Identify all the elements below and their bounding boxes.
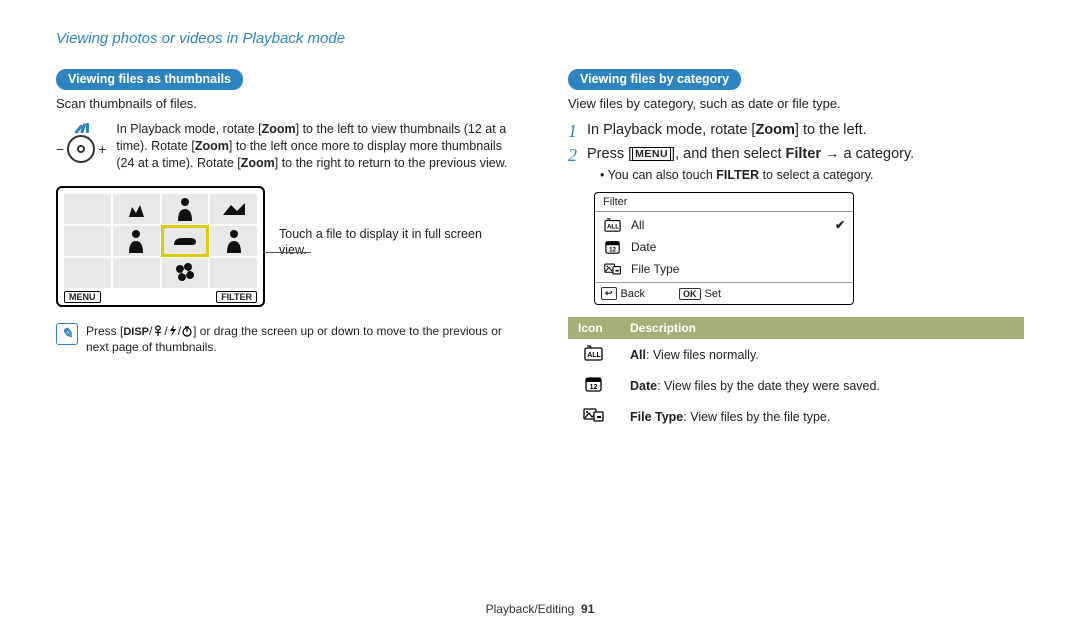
section-heading-category: Viewing files by category bbox=[568, 69, 741, 90]
screen-menu-button: MENU bbox=[64, 291, 101, 303]
table-header-desc: Description bbox=[620, 317, 1024, 339]
menu-key-icon: MENU bbox=[632, 147, 671, 161]
right-column: Viewing files by category View files by … bbox=[568, 69, 1024, 432]
table-row: 12 Date: View files by the date they wer… bbox=[568, 370, 1024, 401]
page-footer: Playback/Editing 91 bbox=[0, 602, 1080, 616]
category-intro: View files by category, such as date or … bbox=[568, 96, 1024, 111]
screen-filter-button: FILTER bbox=[216, 291, 257, 303]
table-row: File Type: View files by the file type. bbox=[568, 401, 1024, 432]
svg-text:12: 12 bbox=[590, 384, 598, 391]
all-icon: ALL bbox=[603, 217, 623, 233]
step-2-bullet: You can also touch FILTER to select a ca… bbox=[600, 168, 1024, 182]
filter-description-table: Icon Description ALL All: View files nor… bbox=[568, 317, 1024, 432]
thumbnails-intro: Scan thumbnails of files. bbox=[56, 96, 512, 111]
filter-item-date: 12 Date bbox=[601, 236, 847, 258]
svg-text:ALL: ALL bbox=[587, 352, 601, 359]
timer-icon bbox=[181, 325, 193, 337]
note-icon: ✎ bbox=[56, 323, 78, 345]
filter-menu-mock: Filter ALL All ✔ 12 Date File Type bbox=[594, 192, 854, 305]
flash-icon bbox=[168, 325, 178, 337]
menu-back-button: ↩Back bbox=[601, 287, 645, 300]
zoom-dial-icon: −+ bbox=[56, 121, 106, 163]
thumbnail-callout: Touch a file to display it in full scree… bbox=[279, 186, 512, 259]
filter-item-all: ALL All ✔ bbox=[601, 214, 847, 236]
check-icon: ✔ bbox=[835, 218, 845, 232]
manual-page: Viewing photos or videos in Playback mod… bbox=[0, 0, 1080, 630]
all-icon: ALL bbox=[568, 339, 620, 370]
macro-icon bbox=[152, 325, 164, 337]
date-icon: 12 bbox=[603, 239, 623, 255]
section-heading-thumbnails: Viewing files as thumbnails bbox=[56, 69, 243, 90]
zoom-instruction: In Playback mode, rotate [Zoom] to the l… bbox=[116, 121, 512, 172]
step-2: 2 Press [MENU], and then select Filter →… bbox=[568, 145, 1024, 165]
menu-set-button: OKSet bbox=[679, 287, 721, 300]
filter-menu-title: Filter bbox=[595, 193, 853, 212]
filetype-icon bbox=[568, 401, 620, 432]
ok-key-icon: OK bbox=[679, 288, 701, 300]
left-column: Viewing files as thumbnails Scan thumbna… bbox=[56, 69, 512, 432]
step-1: 1 In Playback mode, rotate [Zoom] to the… bbox=[568, 121, 1024, 141]
svg-text:12: 12 bbox=[609, 247, 616, 254]
back-key-icon: ↩ bbox=[601, 287, 617, 300]
thumbnail-screen-mock: MENU FILTER bbox=[56, 186, 265, 307]
table-header-icon: Icon bbox=[568, 317, 620, 339]
svg-text:ALL: ALL bbox=[607, 224, 619, 231]
note-text: Press [DISP///] or drag the screen up or… bbox=[86, 323, 512, 356]
filter-item-filetype: File Type bbox=[601, 258, 847, 280]
filetype-icon bbox=[603, 261, 623, 277]
table-row: ALL All: View files normally. bbox=[568, 339, 1024, 370]
chapter-title: Viewing photos or videos in Playback mod… bbox=[56, 30, 1024, 47]
date-icon: 12 bbox=[568, 370, 620, 401]
